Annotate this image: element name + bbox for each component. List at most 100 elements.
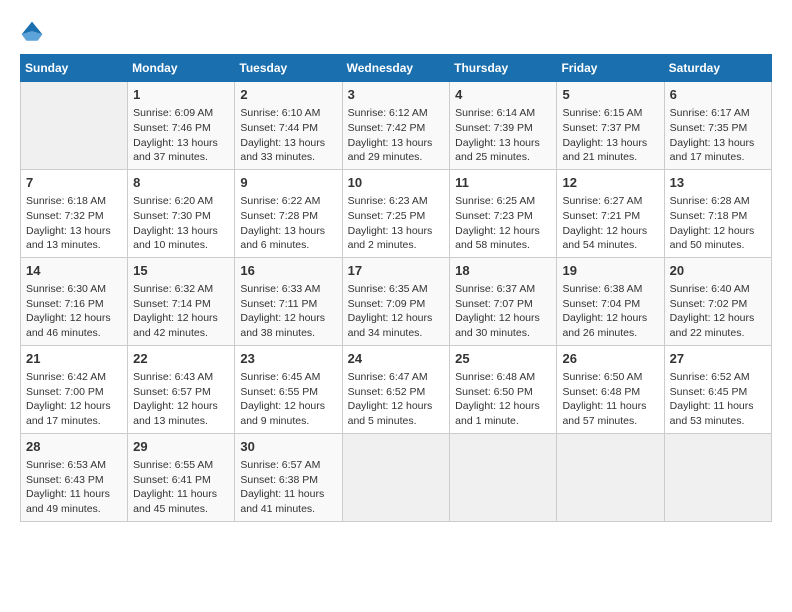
calendar-cell: 7 Sunrise: 6:18 AM Sunset: 7:32 PM Daylig… — [21, 169, 128, 257]
calendar-cell: 8 Sunrise: 6:20 AM Sunset: 7:30 PM Daylig… — [128, 169, 235, 257]
day-number: 4 — [455, 86, 551, 104]
calendar-cell: 29 Sunrise: 6:55 AM Sunset: 6:41 PM Dayli… — [128, 433, 235, 521]
day-number: 22 — [133, 350, 229, 368]
calendar-cell: 28 Sunrise: 6:53 AM Sunset: 6:43 PM Dayli… — [21, 433, 128, 521]
cell-content: Sunrise: 6:45 AM Sunset: 6:55 PM Dayligh… — [240, 370, 336, 429]
cell-content: Sunrise: 6:57 AM Sunset: 6:38 PM Dayligh… — [240, 458, 336, 517]
cell-content: Sunrise: 6:20 AM Sunset: 7:30 PM Dayligh… — [133, 194, 229, 253]
cell-content: Sunrise: 6:42 AM Sunset: 7:00 PM Dayligh… — [26, 370, 122, 429]
calendar-cell: 27Sunrise: 6:52 AM Sunset: 6:45 PM Dayli… — [664, 345, 771, 433]
cell-content: Sunrise: 6:40 AM Sunset: 7:02 PM Dayligh… — [670, 282, 766, 341]
cell-content: Sunrise: 6:48 AM Sunset: 6:50 PM Dayligh… — [455, 370, 551, 429]
day-number: 15 — [133, 262, 229, 280]
calendar-cell: 21 Sunrise: 6:42 AM Sunset: 7:00 PM Dayli… — [21, 345, 128, 433]
day-number: 30 — [240, 438, 336, 456]
day-number: 13 — [670, 174, 766, 192]
day-number: 29 — [133, 438, 229, 456]
day-header-sunday: Sunday — [21, 55, 128, 82]
cell-content: Sunrise: 6:22 AM Sunset: 7:28 PM Dayligh… — [240, 194, 336, 253]
day-number: 1 — [133, 86, 229, 104]
calendar-cell: 12 Sunrise: 6:27 AM Sunset: 7:21 PM Dayli… — [557, 169, 664, 257]
day-number: 19 — [562, 262, 658, 280]
calendar-cell — [557, 433, 664, 521]
cell-content: Sunrise: 6:50 AM Sunset: 6:48 PM Dayligh… — [562, 370, 658, 429]
calendar-cell: 6 Sunrise: 6:17 AM Sunset: 7:35 PM Daylig… — [664, 82, 771, 170]
day-header-friday: Friday — [557, 55, 664, 82]
cell-content: Sunrise: 6:17 AM Sunset: 7:35 PM Dayligh… — [670, 106, 766, 165]
calendar-cell — [450, 433, 557, 521]
cell-content: Sunrise: 6:18 AM Sunset: 7:32 PM Dayligh… — [26, 194, 122, 253]
day-number: 28 — [26, 438, 122, 456]
calendar-cell: 24Sunrise: 6:47 AM Sunset: 6:52 PM Dayli… — [342, 345, 450, 433]
calendar-cell: 13 Sunrise: 6:28 AM Sunset: 7:18 PM Dayli… — [664, 169, 771, 257]
calendar-week-row: 7 Sunrise: 6:18 AM Sunset: 7:32 PM Daylig… — [21, 169, 772, 257]
day-number: 9 — [240, 174, 336, 192]
calendar-cell: 19 Sunrise: 6:38 AM Sunset: 7:04 PM Dayli… — [557, 257, 664, 345]
day-header-wednesday: Wednesday — [342, 55, 450, 82]
calendar-cell: 25 Sunrise: 6:48 AM Sunset: 6:50 PM Dayli… — [450, 345, 557, 433]
day-number: 17 — [348, 262, 445, 280]
calendar-cell: 16 Sunrise: 6:33 AM Sunset: 7:11 PM Dayli… — [235, 257, 342, 345]
logo — [20, 20, 48, 44]
calendar-cell — [342, 433, 450, 521]
cell-content: Sunrise: 6:09 AM Sunset: 7:46 PM Dayligh… — [133, 106, 229, 165]
cell-content: Sunrise: 6:27 AM Sunset: 7:21 PM Dayligh… — [562, 194, 658, 253]
calendar-cell: 23 Sunrise: 6:45 AM Sunset: 6:55 PM Dayli… — [235, 345, 342, 433]
calendar-cell: 17Sunrise: 6:35 AM Sunset: 7:09 PM Dayli… — [342, 257, 450, 345]
cell-content: Sunrise: 6:12 AM Sunset: 7:42 PM Dayligh… — [348, 106, 445, 165]
calendar-cell: 9 Sunrise: 6:22 AM Sunset: 7:28 PM Daylig… — [235, 169, 342, 257]
cell-content: Sunrise: 6:37 AM Sunset: 7:07 PM Dayligh… — [455, 282, 551, 341]
cell-content: Sunrise: 6:55 AM Sunset: 6:41 PM Dayligh… — [133, 458, 229, 517]
calendar-week-row: 21 Sunrise: 6:42 AM Sunset: 7:00 PM Dayli… — [21, 345, 772, 433]
cell-content: Sunrise: 6:28 AM Sunset: 7:18 PM Dayligh… — [670, 194, 766, 253]
logo-icon — [20, 20, 44, 44]
calendar-cell: 18 Sunrise: 6:37 AM Sunset: 7:07 PM Dayli… — [450, 257, 557, 345]
cell-content: Sunrise: 6:32 AM Sunset: 7:14 PM Dayligh… — [133, 282, 229, 341]
day-number: 10 — [348, 174, 445, 192]
calendar-table: SundayMondayTuesdayWednesdayThursdayFrid… — [20, 54, 772, 522]
cell-content: Sunrise: 6:33 AM Sunset: 7:11 PM Dayligh… — [240, 282, 336, 341]
cell-content: Sunrise: 6:23 AM Sunset: 7:25 PM Dayligh… — [348, 194, 445, 253]
cell-content: Sunrise: 6:25 AM Sunset: 7:23 PM Dayligh… — [455, 194, 551, 253]
day-number: 3 — [348, 86, 445, 104]
day-number: 6 — [670, 86, 766, 104]
page-header — [20, 20, 772, 44]
day-number: 24 — [348, 350, 445, 368]
day-number: 7 — [26, 174, 122, 192]
cell-content: Sunrise: 6:53 AM Sunset: 6:43 PM Dayligh… — [26, 458, 122, 517]
calendar-week-row: 1 Sunrise: 6:09 AM Sunset: 7:46 PM Daylig… — [21, 82, 772, 170]
calendar-cell: 1 Sunrise: 6:09 AM Sunset: 7:46 PM Daylig… — [128, 82, 235, 170]
day-number: 16 — [240, 262, 336, 280]
day-number: 2 — [240, 86, 336, 104]
day-number: 5 — [562, 86, 658, 104]
cell-content: Sunrise: 6:52 AM Sunset: 6:45 PM Dayligh… — [670, 370, 766, 429]
day-number: 11 — [455, 174, 551, 192]
calendar-cell: 26Sunrise: 6:50 AM Sunset: 6:48 PM Dayli… — [557, 345, 664, 433]
calendar-cell: 10 Sunrise: 6:23 AM Sunset: 7:25 PM Dayli… — [342, 169, 450, 257]
day-number: 12 — [562, 174, 658, 192]
day-number: 8 — [133, 174, 229, 192]
cell-content: Sunrise: 6:38 AM Sunset: 7:04 PM Dayligh… — [562, 282, 658, 341]
calendar-cell — [664, 433, 771, 521]
day-header-saturday: Saturday — [664, 55, 771, 82]
day-header-thursday: Thursday — [450, 55, 557, 82]
day-number: 23 — [240, 350, 336, 368]
calendar-cell: 5 Sunrise: 6:15 AM Sunset: 7:37 PM Daylig… — [557, 82, 664, 170]
calendar-cell: 15 Sunrise: 6:32 AM Sunset: 7:14 PM Dayli… — [128, 257, 235, 345]
calendar-header-row: SundayMondayTuesdayWednesdayThursdayFrid… — [21, 55, 772, 82]
day-number: 20 — [670, 262, 766, 280]
cell-content: Sunrise: 6:10 AM Sunset: 7:44 PM Dayligh… — [240, 106, 336, 165]
calendar-cell: 22Sunrise: 6:43 AM Sunset: 6:57 PM Dayli… — [128, 345, 235, 433]
cell-content: Sunrise: 6:15 AM Sunset: 7:37 PM Dayligh… — [562, 106, 658, 165]
calendar-week-row: 28 Sunrise: 6:53 AM Sunset: 6:43 PM Dayli… — [21, 433, 772, 521]
day-number: 25 — [455, 350, 551, 368]
calendar-cell: 20 Sunrise: 6:40 AM Sunset: 7:02 PM Dayli… — [664, 257, 771, 345]
day-number: 21 — [26, 350, 122, 368]
day-number: 18 — [455, 262, 551, 280]
calendar-cell: 14Sunrise: 6:30 AM Sunset: 7:16 PM Dayli… — [21, 257, 128, 345]
day-number: 14 — [26, 262, 122, 280]
calendar-cell: 30 Sunrise: 6:57 AM Sunset: 6:38 PM Dayli… — [235, 433, 342, 521]
calendar-cell: 3 Sunrise: 6:12 AM Sunset: 7:42 PM Daylig… — [342, 82, 450, 170]
calendar-cell: 4Sunrise: 6:14 AM Sunset: 7:39 PM Daylig… — [450, 82, 557, 170]
calendar-cell: 11 Sunrise: 6:25 AM Sunset: 7:23 PM Dayli… — [450, 169, 557, 257]
